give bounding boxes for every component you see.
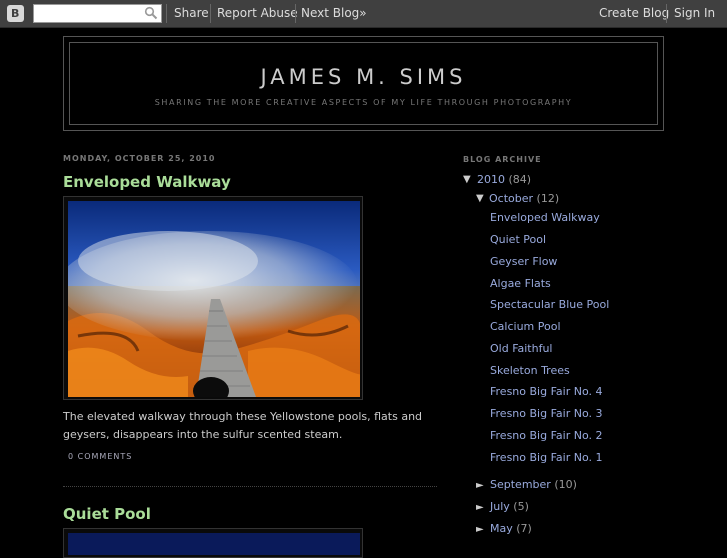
- archive-post-link[interactable]: Fresno Big Fair No. 1: [490, 451, 602, 464]
- archive-month-may[interactable]: May (7): [490, 522, 532, 535]
- blogger-logo-icon[interactable]: B: [7, 5, 24, 22]
- nav-separator: [166, 4, 167, 23]
- post-divider: [63, 486, 437, 487]
- archive-post-link[interactable]: Fresno Big Fair No. 3: [490, 407, 602, 420]
- archive-month-label[interactable]: May: [490, 522, 513, 535]
- search-icon[interactable]: [144, 6, 158, 20]
- nav-separator: [295, 4, 296, 23]
- expand-toggle-icon[interactable]: ►: [476, 502, 484, 513]
- blog-description: SHARING THE MORE CREATIVE ASPECTS OF MY …: [154, 98, 573, 107]
- expand-toggle-icon[interactable]: ►: [476, 480, 484, 491]
- archive-month-label[interactable]: September: [490, 478, 551, 491]
- archive-year-count: (84): [508, 173, 532, 186]
- sidebar-archive-title: BLOG ARCHIVE: [463, 155, 542, 164]
- archive-year-label[interactable]: 2010: [477, 173, 505, 186]
- archive-month-july[interactable]: July (5): [490, 500, 529, 513]
- archive-month-count: (10): [554, 478, 577, 491]
- archive-post-link[interactable]: Calcium Pool: [490, 320, 561, 333]
- archive-post-link[interactable]: Fresno Big Fair No. 2: [490, 429, 602, 442]
- nav-separator: [210, 4, 211, 23]
- search-input[interactable]: [37, 8, 147, 25]
- collapse-toggle-icon[interactable]: ▼: [463, 174, 471, 185]
- archive-month-count: (5): [513, 500, 529, 513]
- archive-post-link[interactable]: Enveloped Walkway: [490, 211, 600, 224]
- archive-month-september[interactable]: September (10): [490, 478, 577, 491]
- archive-month-label[interactable]: October: [489, 192, 533, 205]
- create-blog-link[interactable]: Create Blog: [599, 6, 669, 20]
- archive-post-link[interactable]: Geyser Flow: [490, 255, 557, 268]
- share-link[interactable]: Share: [174, 6, 209, 20]
- post-image-frame[interactable]: [63, 196, 363, 400]
- archive-month-count: (7): [516, 522, 532, 535]
- nav-separator: [666, 4, 667, 23]
- post-photo-walkway[interactable]: [68, 201, 360, 397]
- blogger-navbar: B Share Report Abuse Next Blog» Create B…: [0, 0, 727, 28]
- comments-link[interactable]: 0 COMMENTS: [68, 452, 132, 461]
- archive-post-link[interactable]: Algae Flats: [490, 277, 551, 290]
- report-abuse-link[interactable]: Report Abuse: [217, 6, 298, 20]
- date-header: MONDAY, OCTOBER 25, 2010: [63, 154, 216, 163]
- next-blog-link[interactable]: Next Blog»: [301, 6, 367, 20]
- expand-toggle-icon[interactable]: ►: [476, 524, 484, 535]
- blog-title[interactable]: JAMES M. SIMS: [70, 65, 657, 89]
- search-box[interactable]: [33, 4, 162, 25]
- post-image-frame[interactable]: [63, 528, 363, 558]
- blog-header-inner: JAMES M. SIMS SHARING THE MORE CREATIVE …: [69, 42, 658, 125]
- blog-header: JAMES M. SIMS SHARING THE MORE CREATIVE …: [63, 36, 664, 131]
- collapse-toggle-icon[interactable]: ▼: [476, 193, 484, 204]
- archive-month-count: (12): [536, 192, 560, 205]
- archive-month-label[interactable]: July: [490, 500, 510, 513]
- archive-post-link[interactable]: Spectacular Blue Pool: [490, 298, 609, 311]
- post-photo-quiet-pool[interactable]: [68, 533, 360, 555]
- post-title[interactable]: Enveloped Walkway: [63, 173, 231, 191]
- archive-year-2010[interactable]: 2010 (84): [477, 173, 531, 186]
- archive-post-link[interactable]: Skeleton Trees: [490, 364, 570, 377]
- post-body: The elevated walkway through these Yello…: [63, 410, 423, 441]
- post-title[interactable]: Quiet Pool: [63, 505, 151, 523]
- archive-post-link[interactable]: Old Faithful: [490, 342, 553, 355]
- archive-post-link[interactable]: Fresno Big Fair No. 4: [490, 385, 602, 398]
- sign-in-link[interactable]: Sign In: [674, 6, 715, 20]
- archive-month-october[interactable]: October (12): [489, 192, 559, 205]
- archive-post-link[interactable]: Quiet Pool: [490, 233, 546, 246]
